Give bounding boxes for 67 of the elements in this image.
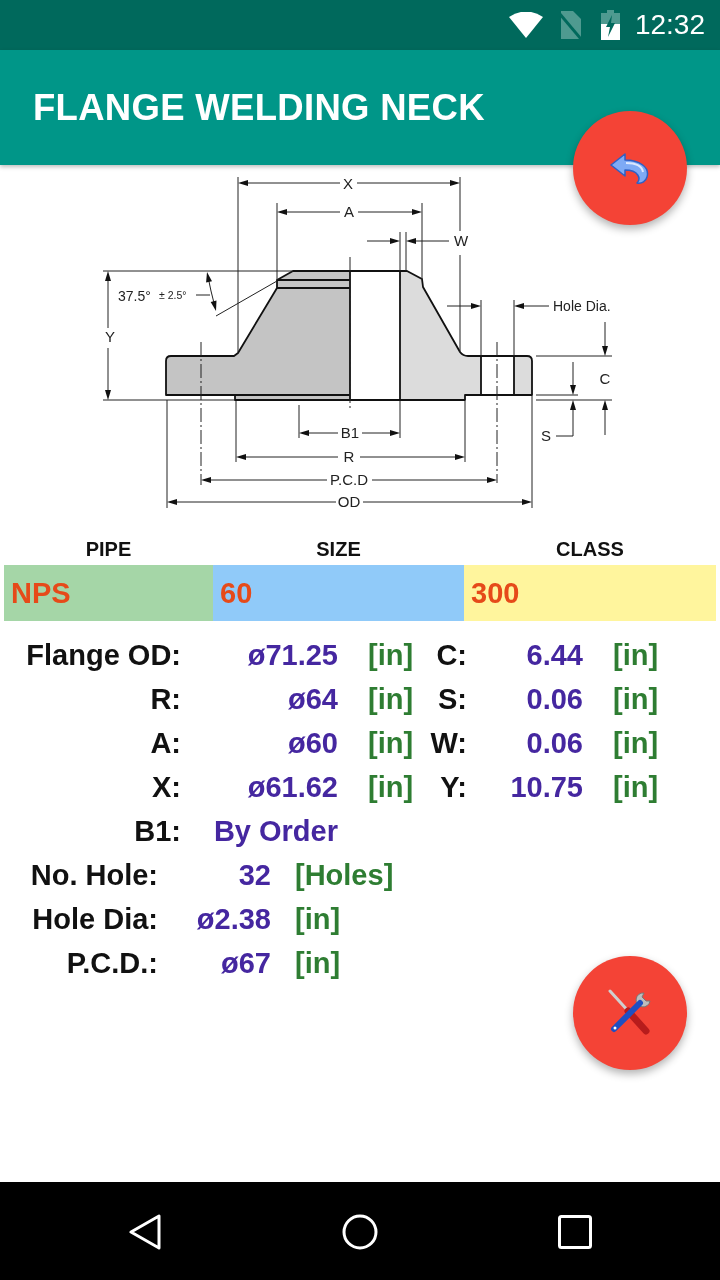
drawing-label: C (599, 370, 611, 387)
dimension-label: C: (436, 640, 467, 670)
dimension-value: ø61.62 (247, 772, 338, 802)
unit-label: [in] (295, 904, 341, 934)
wifi-icon (508, 12, 543, 38)
unit-label: [in] (368, 772, 414, 802)
dimension-value: ø71.25 (247, 640, 338, 670)
column-heading: PIPE (85, 538, 132, 562)
dimension-arrow (195, 272, 217, 311)
dimension-value: ø67 (221, 948, 271, 978)
spec-selector[interactable]: 60 (213, 565, 464, 621)
drawing-label: Y (105, 328, 115, 345)
drawing-label: S (541, 427, 551, 444)
spec-selector[interactable]: 300 (464, 565, 716, 621)
dimension-label: R: (150, 684, 181, 714)
clock-time: 12:32 (634, 9, 705, 41)
drawing-label: ± 2.5° (159, 289, 187, 301)
drawing-label: B1 (340, 424, 360, 441)
unit-label: [in] (368, 684, 414, 714)
unit-label: [in] (613, 640, 659, 670)
drawing-label: OD (337, 493, 361, 510)
dimension-label: Y: (440, 772, 467, 802)
dimension-value: 10.75 (510, 772, 583, 802)
dimension-value: By Order (213, 816, 338, 846)
curved-arrow-icon (610, 152, 650, 184)
drawing-label: X (343, 175, 353, 192)
column-heading: SIZE (316, 538, 361, 562)
tools-button[interactable] (573, 956, 687, 1070)
home-icon[interactable] (342, 1214, 378, 1250)
unit-label: [in] (613, 728, 659, 758)
screen-title: FLANGE WELDING NECK (33, 86, 485, 129)
drawing-label: W (453, 232, 469, 249)
drawing-label: A (344, 203, 354, 220)
dimension-value: ø64 (288, 684, 338, 714)
dimension-label: A: (150, 728, 181, 758)
drawing-label: 37.5° (118, 288, 151, 304)
unit-label: [in] (613, 772, 659, 802)
back-button[interactable] (573, 111, 687, 225)
back-icon[interactable] (128, 1214, 162, 1250)
dimension-label: P.C.D.: (66, 948, 158, 978)
dimension-label: B1: (134, 816, 181, 846)
dimension-label: No. Hole: (30, 860, 158, 890)
unit-label: [in] (368, 728, 414, 758)
unit-label: [in] (368, 640, 414, 670)
unit-label: [in] (295, 948, 341, 978)
dimension-label: W: (430, 728, 467, 758)
battery-charging-icon (600, 10, 620, 40)
wrench-screwdriver-icon (606, 989, 654, 1037)
dimension-value: ø2.38 (196, 904, 271, 934)
dimension-value: ø60 (288, 728, 338, 758)
spec-selector[interactable]: NPS (4, 565, 213, 621)
drawing-label: P.C.D (329, 471, 369, 488)
dimension-label: Hole Dia: (32, 904, 158, 934)
recent-apps-icon[interactable] (558, 1215, 592, 1249)
dimension-label: Flange OD: (26, 640, 181, 670)
unit-label: [Holes] (295, 860, 394, 890)
drawing-label: Hole Dia. (553, 298, 611, 314)
dimension-value: 32 (238, 860, 271, 890)
column-heading: CLASS (556, 538, 624, 562)
dimension-value: 0.06 (526, 684, 583, 714)
dimension-value: 0.06 (526, 728, 583, 758)
no-sim-icon (558, 11, 581, 39)
unit-label: [in] (613, 684, 659, 714)
drawing-label: R (343, 448, 355, 465)
dimension-label: X: (152, 772, 181, 802)
dimension-value: 6.44 (526, 640, 583, 670)
dimension-label: S: (438, 684, 467, 714)
